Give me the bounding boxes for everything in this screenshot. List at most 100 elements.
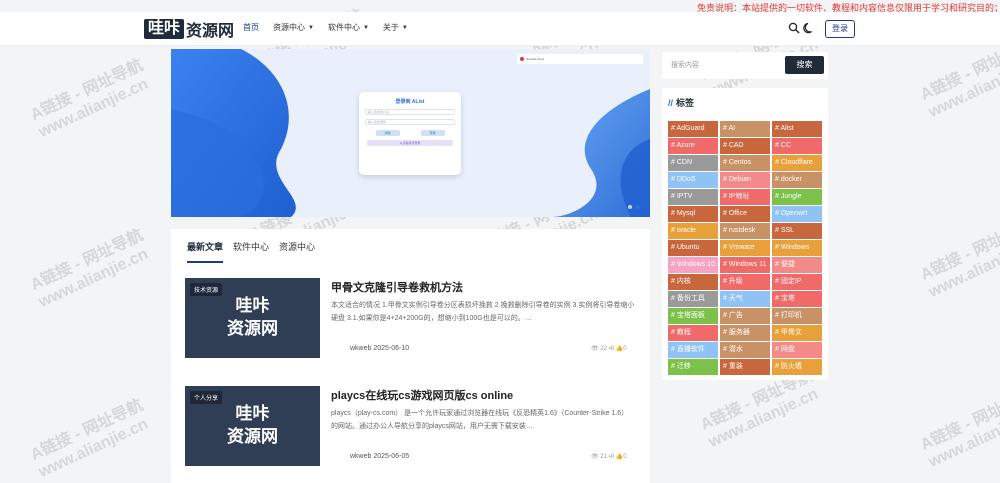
tag-cloud-title: //标签 xyxy=(668,98,695,108)
carousel-dot[interactable] xyxy=(628,205,632,209)
tag-chip[interactable]: # SSL xyxy=(772,223,822,239)
tag-chip[interactable]: # IP地址 xyxy=(720,189,770,205)
login-card-screenshot: 登录到 AList 输入您的用户名 输入您的密码 清除 登录 以访客身份登录 xyxy=(359,92,461,175)
tag-chip[interactable]: # Azure xyxy=(668,138,718,154)
tag-chip[interactable]: # CC xyxy=(772,138,822,154)
tag-grid: # AdGuard # AI # Alist # Azure # CAD # CC # CD… xyxy=(668,121,823,375)
username-field: 输入您的用户名 xyxy=(365,109,455,115)
tab-resources[interactable]: 资源中心 xyxy=(279,240,315,263)
tag-chip[interactable]: # 迁移 xyxy=(668,359,718,375)
tag-chip[interactable]: # 宝塔 xyxy=(772,291,822,307)
article-excerpt: 本文适合的情况 1.甲骨文实例引导卷分区表损坏挽救 2.挽救删除引导卷的实例 3… xyxy=(331,302,635,322)
thumbnail-text: 哇咔 资源网 xyxy=(227,296,278,338)
tag-chip[interactable]: # 升级 xyxy=(720,274,770,290)
tag-chip[interactable]: # Cloudflare xyxy=(772,155,822,171)
tag-chip[interactable]: # 网盘 xyxy=(772,342,822,358)
tag-chip[interactable]: # Centos xyxy=(720,155,770,171)
article-stats: 👁 21 ▪0 👍0 xyxy=(591,454,627,460)
carousel-indicators xyxy=(628,205,640,209)
tag-chip[interactable]: # 直播软件 xyxy=(668,342,718,358)
article-stats: 👁 22 ▪0 👍0 xyxy=(591,346,627,352)
search-input[interactable]: 搜索内容 xyxy=(667,57,775,74)
carousel-dot-active[interactable] xyxy=(636,205,640,209)
tag-chip[interactable]: # 打印机 xyxy=(772,308,822,324)
tag-chip[interactable]: # Jungle xyxy=(772,189,822,205)
tag-chip[interactable]: # Openwrt xyxy=(772,206,822,222)
card-login-button: 登录 xyxy=(420,130,445,136)
thumbnail-text: 哇咔 资源网 xyxy=(227,404,278,446)
tag-chip[interactable]: # 甲骨文 xyxy=(772,325,822,341)
article-title[interactable]: 甲骨文克隆引导卷救机方法 xyxy=(331,279,463,295)
watermark-text: A链接 - 网址导航www.alianjie.cn xyxy=(28,396,151,482)
tag-chip[interactable]: # 服务器 xyxy=(720,325,770,341)
clear-button: 清除 xyxy=(375,130,400,136)
site-logo[interactable]: 哇咔 资源网 xyxy=(144,19,235,40)
article-tabs: 最新文章 软件中心 资源中心 xyxy=(187,240,325,263)
article-list: 最新文章 软件中心 资源中心 技术资源 哇咔 资源网 甲骨文克隆引导卷救机方法 本… xyxy=(171,229,650,483)
tag-chip[interactable]: # Windows 11 xyxy=(720,257,770,273)
tag-chip[interactable]: # CDN xyxy=(668,155,718,171)
article-thumbnail[interactable]: 技术资源 哇咔 资源网 xyxy=(185,278,320,358)
sidebar-search: 搜索内容 搜索 xyxy=(662,52,828,79)
card-buttons: 清除 登录 xyxy=(359,130,461,136)
tag-chip[interactable]: # Debian xyxy=(720,172,770,188)
watermark-text: A链接 - 网址导航www.alianjie.cn xyxy=(28,226,151,312)
logo-text: 资源网 xyxy=(186,23,235,40)
tag-chip[interactable]: # Windows 10 xyxy=(668,257,718,273)
tag-chip[interactable]: # 宝塔面板 xyxy=(668,308,718,324)
tag-chip[interactable]: # CAD xyxy=(720,138,770,154)
article-thumbnail[interactable]: 个人分享 哇咔 资源网 xyxy=(185,386,320,466)
login-button[interactable]: 登录 xyxy=(825,20,855,38)
article-item[interactable]: 技术资源 哇咔 资源网 甲骨文克隆引导卷救机方法 本文适合的情况 1.甲骨文实例引… xyxy=(185,278,635,360)
tag-chip[interactable]: # Alist xyxy=(772,121,822,137)
tag-chip[interactable]: # Windows xyxy=(772,240,822,256)
tag-cloud: //标签 # AdGuard # AI # Alist # Azure # CAD # C… xyxy=(662,88,828,380)
tag-chip[interactable]: # AI xyxy=(720,121,770,137)
tag-chip[interactable]: # 备份工具 xyxy=(668,291,718,307)
nav-item-home[interactable]: 首页 xyxy=(243,22,259,33)
tag-chip[interactable]: # IPTV xyxy=(668,189,718,205)
tag-chip[interactable]: # Ubuntu xyxy=(668,240,718,256)
chevron-down-icon: ▼ xyxy=(308,24,314,31)
password-field: 输入您的密码 xyxy=(365,119,455,125)
tab-software[interactable]: 软件中心 xyxy=(233,240,269,263)
chevron-down-icon: ▼ xyxy=(401,24,408,31)
nav-item-resources[interactable]: 资源中心 ▼ xyxy=(273,22,314,33)
tag-chip[interactable]: # rustdesk xyxy=(720,223,770,239)
tag-chip[interactable]: # docker xyxy=(772,172,822,188)
tab-latest[interactable]: 最新文章 xyxy=(187,240,224,263)
tag-chip[interactable]: # 潜水 xyxy=(720,342,770,358)
article-item[interactable]: 个人分享 哇咔 资源网 playcs在线玩cs游戏网页版cs online pla… xyxy=(185,386,635,468)
article-title[interactable]: playcs在线玩cs游戏网页版cs online xyxy=(331,387,513,403)
tag-chip[interactable]: # 内核 xyxy=(668,274,718,290)
article-author-date: wkweb 2025-06-10 xyxy=(350,345,410,352)
tag-chip[interactable]: # 教程 xyxy=(668,325,718,341)
moon-icon[interactable] xyxy=(803,22,815,34)
tag-chip[interactable]: # oracle xyxy=(668,223,718,239)
watermark-text: A链接 - 网址导航www.alianjie.cn xyxy=(918,216,1000,302)
card-title: 登录到 AList xyxy=(395,99,425,105)
tag-chip[interactable]: # Vmware xyxy=(720,240,770,256)
nav-item-software[interactable]: 软件中心 ▼ xyxy=(328,22,369,33)
tag-chip[interactable]: # Mysql xyxy=(668,206,718,222)
chevron-down-icon: ▼ xyxy=(362,24,369,31)
guest-login-button: 以访客身份登录 xyxy=(367,140,453,146)
error-toast: Network Error xyxy=(517,54,643,64)
main-nav: 首页 资源中心 ▼ 软件中心 ▼ 关于 ▼ xyxy=(243,22,422,33)
site-header: 哇咔 资源网 首页 资源中心 ▼ 软件中心 ▼ 关于 ▼ 登录 xyxy=(0,12,1000,46)
watermark-text: A链接 - 网址导航www.alianjie.cn xyxy=(918,386,1000,472)
tag-chip[interactable]: # 天气 xyxy=(720,291,770,307)
tag-chip[interactable]: # DDoS xyxy=(668,172,718,188)
search-button[interactable]: 搜索 xyxy=(785,56,824,74)
nav-item-about[interactable]: 关于 ▼ xyxy=(383,22,408,33)
search-icon[interactable] xyxy=(788,22,800,34)
tag-chip[interactable]: # 重装 xyxy=(720,359,770,375)
tag-chip[interactable]: # 固定IP xyxy=(772,274,822,290)
article-author-date: wkweb 2025-06-05 xyxy=(350,453,410,460)
tag-chip[interactable]: # 防火墙 xyxy=(772,359,822,375)
tag-chip[interactable]: # AdGuard xyxy=(668,121,718,137)
tag-chip[interactable]: # 便捷 xyxy=(772,257,822,273)
tag-chip[interactable]: # 广告 xyxy=(720,308,770,324)
tag-chip[interactable]: # Office xyxy=(720,206,770,222)
watermark-text: A链接 - 网址导航www.alianjie.cn xyxy=(918,36,1000,122)
